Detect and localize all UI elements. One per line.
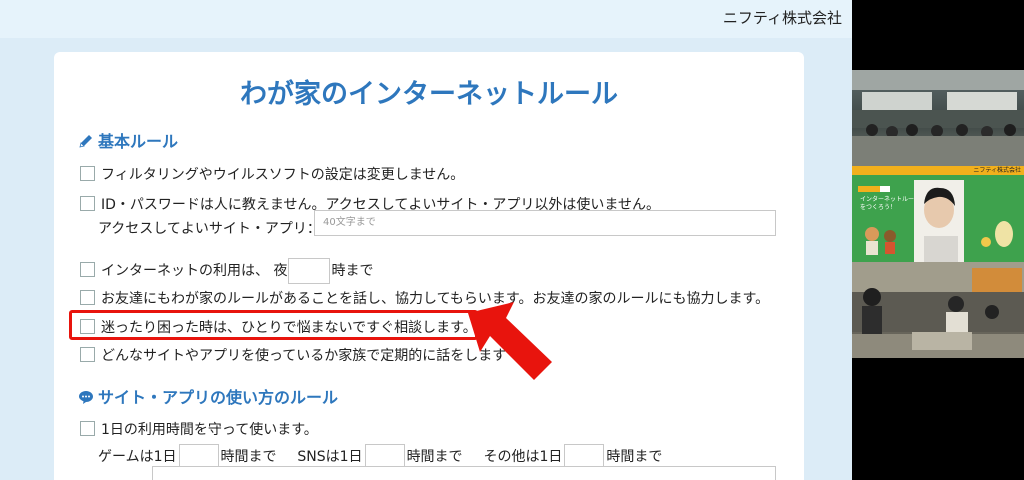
speech-bubble-icon: [79, 391, 93, 404]
page-title: わが家のインターネットルール: [240, 79, 618, 110]
pencil-icon: [79, 135, 92, 148]
video-tile-presenter[interactable]: ニフティ株式会社 インターネットルールをつくろう！: [852, 166, 1024, 262]
classroom-image: [852, 70, 1024, 166]
rule-item-time: 1日の利用時間を守って使います。: [80, 419, 318, 439]
rule-checkbox-7[interactable]: [80, 421, 95, 436]
site-label: アクセスしてよいサイト・アプリ：: [98, 221, 321, 237]
shared-screen: ニフティ株式会社 わが家のインターネットルール 基本ルール フィルタリングやウイ…: [0, 0, 852, 480]
extra-input[interactable]: [152, 466, 776, 480]
company-name: ニフティ株式会社: [722, 9, 842, 27]
rules-card: わが家のインターネットルール 基本ルール フィルタリングやウイルスソフトの設定は…: [54, 52, 804, 480]
red-arrow-icon: [468, 302, 552, 380]
rule-checkbox-6[interactable]: [80, 347, 95, 362]
rule-checkbox-3[interactable]: [80, 262, 95, 277]
section-title-apps: サイト・アプリの使い方のルール: [98, 388, 339, 407]
site-input[interactable]: 40文字まで: [314, 210, 776, 236]
slide-header-bar: ニフティ株式会社: [0, 0, 852, 38]
rule-checkbox-2[interactable]: [80, 196, 95, 211]
section-title-basic: 基本ルール: [98, 132, 179, 151]
night-hour-input[interactable]: [288, 258, 331, 284]
site-input-placeholder: 40文字まで: [323, 217, 376, 228]
rule-checkbox-4[interactable]: [80, 290, 95, 305]
presenter-image: [858, 180, 1013, 262]
video-participants-panel: ニフティ株式会社 インターネットルールをつくろう！: [852, 70, 1024, 358]
classroom-image-2: [852, 262, 1024, 358]
rule-item-filtering: フィルタリングやウイルスソフトの設定は変更しません。: [80, 164, 464, 184]
rule-item-night: インターネットの利用は、 夜時まで: [80, 258, 373, 284]
section-app-rules: サイト・アプリの使い方のルール: [78, 384, 338, 408]
video-tile-classroom-1[interactable]: [852, 70, 1024, 166]
video-tile-classroom-2[interactable]: [852, 262, 1024, 358]
rule-checkbox-1[interactable]: [80, 166, 95, 181]
left-strip: [0, 38, 30, 480]
highlight-box: [69, 310, 478, 340]
rule-item-family-talk: どんなサイトやアプリを使っているか家族で定期的に話をします: [80, 345, 506, 365]
rule-item-friends: お友達にもわが家のルールがあることを話し、協力してもらいます。お友達の家のルール…: [80, 288, 769, 308]
section-basic-rules: 基本ルール: [78, 128, 178, 152]
